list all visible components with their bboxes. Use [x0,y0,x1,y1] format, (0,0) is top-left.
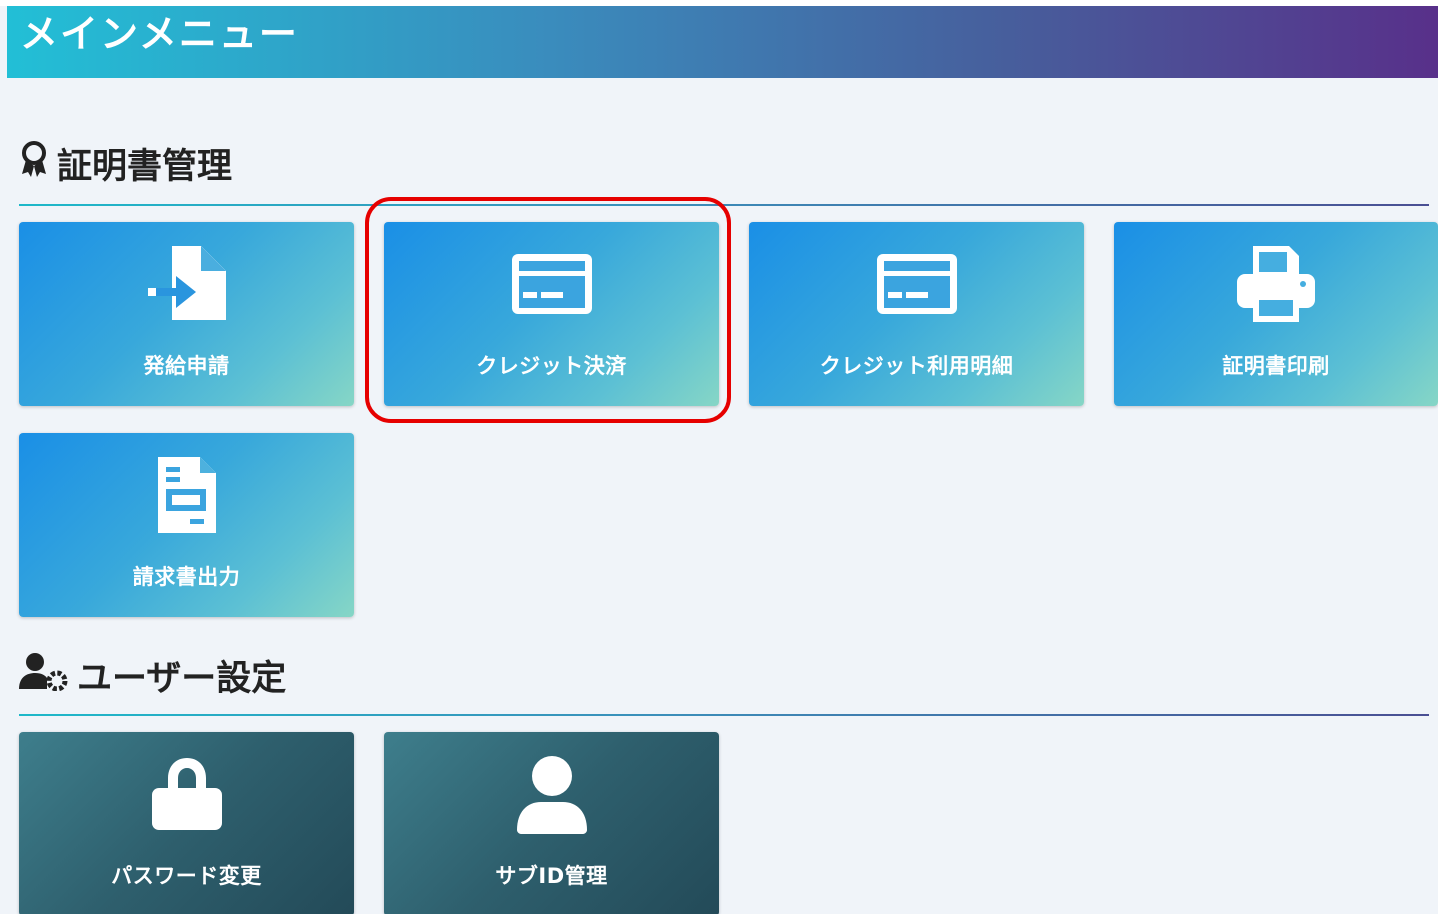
invoice-document-icon [157,457,216,533]
tile-credit-usage-statement[interactable]: クレジット利用明細 [749,222,1084,406]
section-title-user-settings: ユーザー設定 [19,650,286,700]
tile-issue-application[interactable]: 発給申請 [19,222,354,406]
tile-label: 証明書印刷 [1222,354,1330,378]
tile-label: クレジット決済 [476,354,627,378]
credit-card-icon [876,254,957,314]
tile-sub-id-management[interactable]: サブID管理 [384,732,719,914]
tile-label: クレジット利用明細 [819,354,1014,378]
tile-invoice-output[interactable]: 請求書出力 [19,433,354,617]
tile-label: 発給申請 [143,354,230,378]
tile-label: 請求書出力 [132,565,241,589]
file-import-icon [147,246,226,320]
user-icon [516,756,587,834]
section-divider [19,204,1429,206]
tile-credit-payment[interactable]: クレジット決済 [384,222,719,406]
tile-print-certificate[interactable]: 証明書印刷 [1114,222,1438,406]
tile-change-password[interactable]: パスワード変更 [19,732,354,914]
tile-label: パスワード変更 [111,864,262,888]
user-gear-icon [19,651,69,700]
main-menu-page: メインメニュー 証明書管理 発給申請 クレジット決済 クレジット利用明細 証明書… [0,0,1438,914]
section-divider [19,714,1429,716]
section-title-certificates: 証明書管理 [19,138,232,188]
lock-icon [151,758,222,830]
page-title: メインメニュー [20,12,299,56]
credit-card-icon [511,254,592,314]
section-title-label: 証明書管理 [57,146,233,187]
printer-icon [1237,246,1315,322]
page-header: メインメニュー [7,6,1438,78]
section-title-label: ユーザー設定 [77,658,287,699]
tile-label: サブID管理 [495,864,608,888]
award-icon [19,140,49,187]
